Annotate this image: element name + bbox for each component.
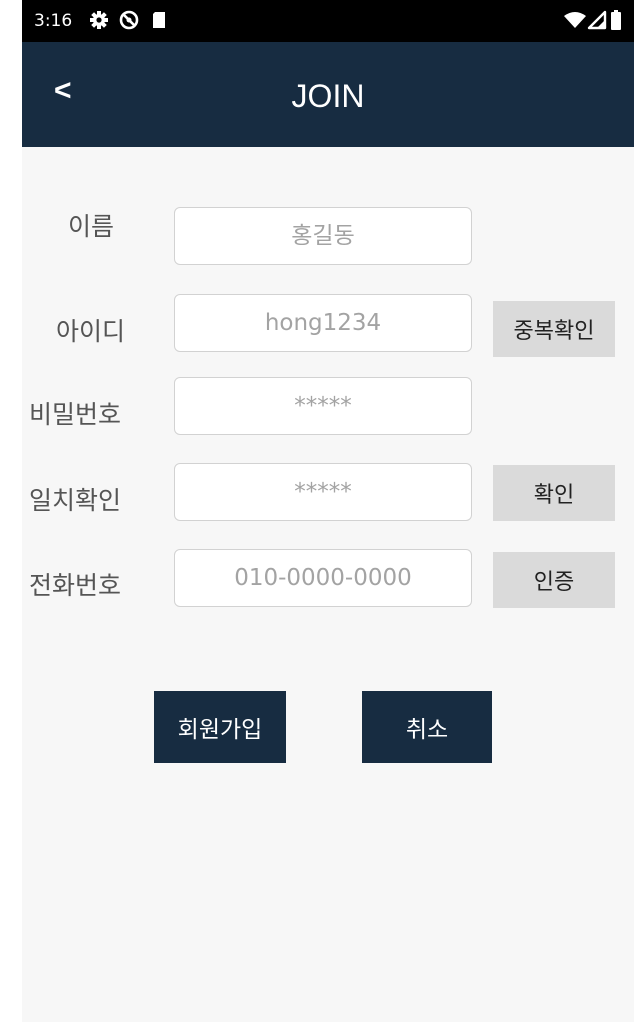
status-time: 3:16 xyxy=(34,11,73,31)
name-label: 이름 xyxy=(68,212,115,241)
gear-icon xyxy=(90,11,108,29)
password-label: 비밀번호 xyxy=(29,400,122,429)
password-confirm-input[interactable] xyxy=(174,463,472,521)
duplicate-check-button[interactable]: 중복확인 xyxy=(493,301,615,357)
password-input[interactable] xyxy=(174,377,472,435)
cancel-button[interactable]: 취소 xyxy=(362,691,492,763)
page-title: JOIN xyxy=(291,78,365,114)
phone-input[interactable] xyxy=(174,549,472,607)
sd-card-icon xyxy=(153,12,165,28)
verify-button[interactable]: 인증 xyxy=(493,552,615,608)
battery-icon xyxy=(611,10,621,30)
app-bar: < JOIN xyxy=(22,42,634,147)
id-input[interactable] xyxy=(174,294,472,352)
id-label: 아이디 xyxy=(56,317,126,346)
wifi-icon xyxy=(564,12,586,28)
password-confirm-label: 일치확인 xyxy=(29,486,122,515)
phone-label: 전화번호 xyxy=(29,571,122,600)
join-button[interactable]: 회원가입 xyxy=(154,691,286,763)
name-input[interactable] xyxy=(174,207,472,265)
confirm-button[interactable]: 확인 xyxy=(493,465,615,521)
join-screen: 3:16 < JOIN 이름 홍길동 아이디 hong1234 중복확인 비밀번… xyxy=(22,0,634,1022)
no-sync-icon xyxy=(119,10,139,30)
signal-icon xyxy=(587,10,607,30)
status-bar: 3:16 xyxy=(22,0,634,42)
